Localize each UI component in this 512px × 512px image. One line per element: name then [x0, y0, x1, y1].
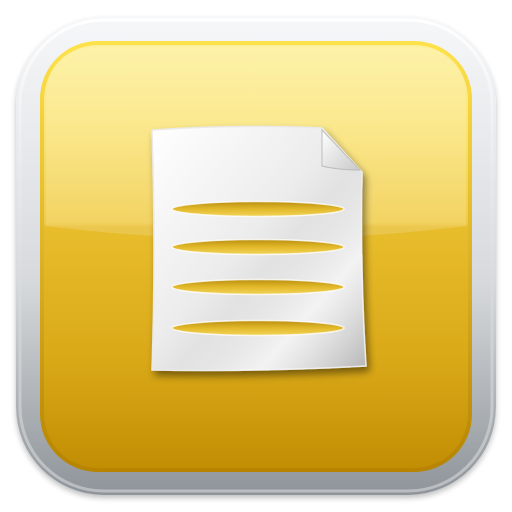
text-line-2 [171, 238, 345, 256]
app-icon-graphic [16, 17, 496, 495]
text-line-1 [171, 200, 345, 218]
app-icon[interactable] [0, 0, 512, 512]
text-line-3 [171, 278, 345, 296]
text-line-4 [171, 319, 345, 337]
